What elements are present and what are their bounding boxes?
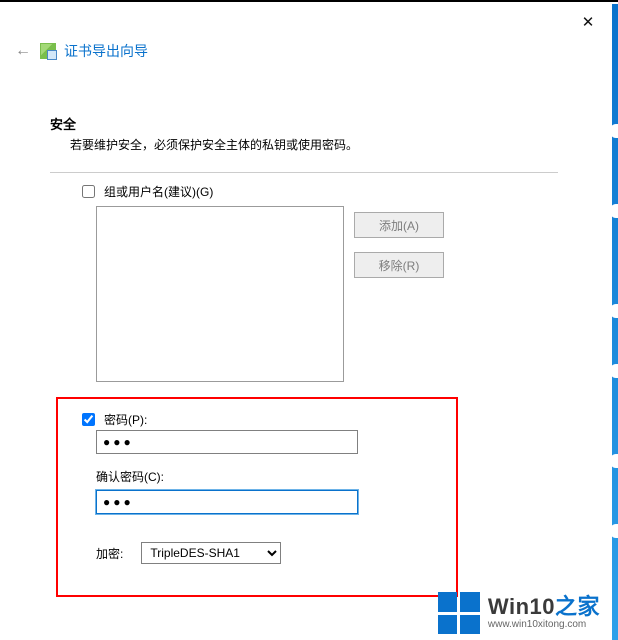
remove-button: 移除(R) <box>354 252 444 278</box>
windows-logo-icon <box>438 592 480 634</box>
encryption-label: 加密: <box>96 545 123 562</box>
password-checkbox[interactable] <box>82 413 95 426</box>
section-description: 若要维护安全，必须保护安全主体的私钥或使用密码。 <box>70 136 358 153</box>
watermark: Win10之家 www.win10xitong.com <box>438 592 600 634</box>
confirm-password-label: 确认密码(C): <box>96 468 164 485</box>
add-button: 添加(A) <box>354 212 444 238</box>
back-button[interactable]: ← <box>14 42 32 60</box>
wizard-header: ← 证书导出向导 <box>14 40 600 62</box>
wizard-title: 证书导出向导 <box>64 41 148 61</box>
certificate-wizard-icon <box>40 43 56 59</box>
groups-checkbox-label: 组或用户名(建议)(G) <box>104 183 213 200</box>
close-button[interactable]: ✕ <box>576 10 600 34</box>
groups-checkbox[interactable] <box>82 185 95 198</box>
watermark-url: www.win10xitong.com <box>488 620 600 630</box>
encryption-select[interactable]: TripleDES-SHA1 <box>141 542 281 564</box>
password-input[interactable] <box>96 430 358 454</box>
right-edge-accent <box>612 4 618 640</box>
groups-listbox[interactable] <box>96 206 344 382</box>
confirm-password-input[interactable] <box>96 490 358 514</box>
password-checkbox-label: 密码(P): <box>104 411 147 428</box>
divider <box>50 172 558 173</box>
close-icon: ✕ <box>582 13 595 31</box>
section-title: 安全 <box>50 114 76 133</box>
watermark-brand: Win10之家 <box>488 596 600 618</box>
